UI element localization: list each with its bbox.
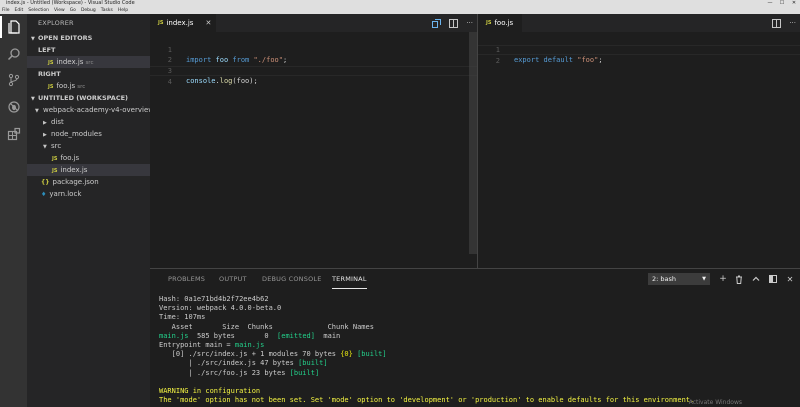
chevron-down-icon: ▼ bbox=[31, 36, 35, 42]
menu-go[interactable]: Go bbox=[70, 7, 76, 14]
tab-debug-console[interactable]: DEBUG CONSOLE bbox=[262, 269, 322, 289]
terminal-select[interactable]: 2: bash ▼ bbox=[648, 273, 710, 285]
terminal-line: Version: webpack 4.0.0-beta.0 bbox=[159, 304, 282, 313]
more-actions-icon[interactable]: ··· bbox=[789, 19, 796, 27]
menu-help[interactable]: Help bbox=[118, 7, 128, 14]
tree-item-package-json[interactable]: {} package.json bbox=[27, 176, 150, 188]
chevron-up-icon[interactable] bbox=[750, 273, 762, 285]
js-file-icon: JS bbox=[486, 20, 492, 26]
code-line: 3 console.log(foo); bbox=[167, 66, 258, 86]
open-editors-group-right: RIGHT bbox=[38, 70, 61, 78]
json-file-icon: {} bbox=[41, 179, 50, 186]
js-file-icon: JS bbox=[158, 20, 164, 26]
chevron-down-icon: ▼ bbox=[702, 276, 706, 282]
tree-item-foo-js[interactable]: JS foo.js bbox=[27, 152, 150, 164]
menu-edit[interactable]: Edit bbox=[15, 7, 24, 14]
terminal-warning-line: WARNING in configuration bbox=[159, 386, 261, 395]
js-file-icon: JS bbox=[52, 168, 58, 174]
js-file-icon: JS bbox=[48, 60, 54, 66]
explorer-title: EXPLORER bbox=[38, 19, 74, 27]
tree-item-src[interactable]: ▼ src bbox=[27, 140, 150, 152]
terminal-line: Hash: 0a1e71bd4b2f72ee4b62 bbox=[159, 295, 269, 303]
terminal-line: main.js 585 bytes 0 [emitted] main bbox=[159, 331, 341, 340]
tab-label: foo.js bbox=[494, 19, 514, 27]
editor-group-left: JS index.js ✕ ··· 1 import foo from "./f… bbox=[150, 14, 477, 268]
terminal-line: Time: 107ms bbox=[159, 313, 206, 322]
split-editor-icon[interactable] bbox=[772, 18, 782, 28]
tab-terminal[interactable]: TERMINAL bbox=[332, 269, 367, 289]
menu-bar: File Edit Selection View Go Debug Tasks … bbox=[0, 7, 800, 14]
tree-item-index-js[interactable]: JS index.js bbox=[27, 164, 150, 176]
code-area-right[interactable]: 1 export default "foo"; 2 bbox=[478, 32, 800, 65]
terminal-output[interactable]: Hash: 0a1e71bd4b2f72ee4b62 Version: webp… bbox=[159, 295, 694, 405]
tab-foo-js[interactable]: JS foo.js bbox=[478, 14, 522, 32]
open-editor-index-js[interactable]: JS index.js src bbox=[27, 56, 150, 68]
workspace-header[interactable]: ▼ UNTITLED (WORKSPACE) bbox=[27, 92, 150, 104]
js-file-icon: JS bbox=[48, 84, 54, 90]
explorer-icon[interactable] bbox=[0, 16, 27, 38]
close-icon[interactable]: ✕ bbox=[205, 14, 211, 32]
code-area-left[interactable]: 1 import foo from "./foo"; 2 3 console.l… bbox=[150, 32, 477, 86]
open-editors-group-left: LEFT bbox=[38, 46, 56, 54]
terminal-line: | ./src/foo.js 23 bytes [built] bbox=[159, 368, 320, 377]
split-editor-icon[interactable] bbox=[449, 18, 459, 28]
code-line-current: 4 bbox=[150, 65, 477, 86]
panel-tab-bar: PROBLEMS OUTPUT DEBUG CONSOLE TERMINAL 2… bbox=[150, 269, 800, 289]
editor-group-right: JS foo.js ··· 1 export default "foo"; 2 bbox=[477, 14, 800, 268]
open-editor-foo-js[interactable]: JS foo.js src bbox=[27, 80, 150, 92]
activation-watermark: Activate Windows bbox=[688, 399, 742, 406]
activity-bar bbox=[0, 14, 27, 407]
close-panel-button[interactable]: ✕ bbox=[784, 273, 796, 285]
tab-output[interactable]: OUTPUT bbox=[219, 269, 247, 289]
menu-selection[interactable]: Selection bbox=[28, 7, 49, 14]
debug-icon[interactable] bbox=[0, 96, 27, 118]
open-changes-icon[interactable] bbox=[432, 18, 442, 28]
menu-debug[interactable]: Debug bbox=[81, 7, 96, 14]
window-title: index.js - Untitled (Workspace) - Visual… bbox=[6, 0, 135, 6]
tab-problems[interactable]: PROBLEMS bbox=[168, 269, 205, 289]
search-icon[interactable] bbox=[0, 43, 27, 65]
extensions-icon[interactable] bbox=[0, 123, 27, 145]
tab-bar-right: JS foo.js ··· bbox=[478, 14, 800, 32]
tab-index-js[interactable]: JS index.js ✕ bbox=[150, 14, 216, 32]
code-line: 1 import foo from "./foo"; bbox=[167, 45, 288, 65]
minimize-button[interactable]: — bbox=[764, 0, 776, 7]
terminal-line: Asset Size Chunks Chunk Names bbox=[159, 322, 374, 331]
tree-item-node-modules[interactable]: ▶ node_modules bbox=[27, 128, 150, 140]
maximize-button[interactable]: ☐ bbox=[776, 0, 788, 7]
tab-bar-left: JS index.js ✕ ··· bbox=[150, 14, 477, 32]
bottom-panel: PROBLEMS OUTPUT DEBUG CONSOLE TERMINAL 2… bbox=[150, 268, 800, 407]
add-terminal-button[interactable]: + bbox=[717, 273, 729, 285]
trash-icon[interactable] bbox=[733, 273, 745, 285]
vertical-scrollbar[interactable] bbox=[469, 32, 477, 254]
menu-tasks[interactable]: Tasks bbox=[101, 7, 113, 14]
title-bar: index.js - Untitled (Workspace) - Visual… bbox=[0, 0, 800, 7]
tree-item-yarn-lock[interactable]: ♦ yarn.lock bbox=[27, 188, 150, 200]
js-file-icon: JS bbox=[52, 156, 58, 162]
open-editors-header[interactable]: ▼ OPEN EDITORS bbox=[27, 32, 150, 44]
code-line-current: 2 bbox=[478, 44, 800, 65]
tab-label: index.js bbox=[166, 19, 194, 27]
terminal-line: [0] ./src/index.js + 1 modules 70 bytes … bbox=[159, 350, 387, 359]
tree-root-folder[interactable]: ▼ webpack-academy-v4-overview bbox=[27, 104, 154, 116]
more-actions-icon[interactable]: ··· bbox=[466, 19, 473, 27]
terminal-line: Entrypoint main = main.js bbox=[159, 340, 265, 349]
tree-item-dist[interactable]: ▶ dist bbox=[27, 116, 150, 128]
close-window-button[interactable]: ✕ bbox=[788, 0, 800, 7]
menu-file[interactable]: File bbox=[2, 7, 10, 14]
code-line: 1 export default "foo"; bbox=[495, 45, 603, 65]
code-line: 2 bbox=[167, 56, 172, 64]
source-control-icon[interactable] bbox=[0, 69, 27, 91]
menu-view[interactable]: View bbox=[54, 7, 65, 14]
yarn-file-icon: ♦ bbox=[41, 191, 47, 198]
split-terminal-icon[interactable] bbox=[767, 273, 779, 285]
terminal-warning-line: The 'mode' option has not been set. Set … bbox=[159, 396, 695, 405]
explorer-sidebar: EXPLORER ▼ OPEN EDITORS LEFT JS index.js sr… bbox=[27, 14, 154, 407]
terminal-line: | ./src/index.js 47 bytes [built] bbox=[159, 359, 328, 368]
